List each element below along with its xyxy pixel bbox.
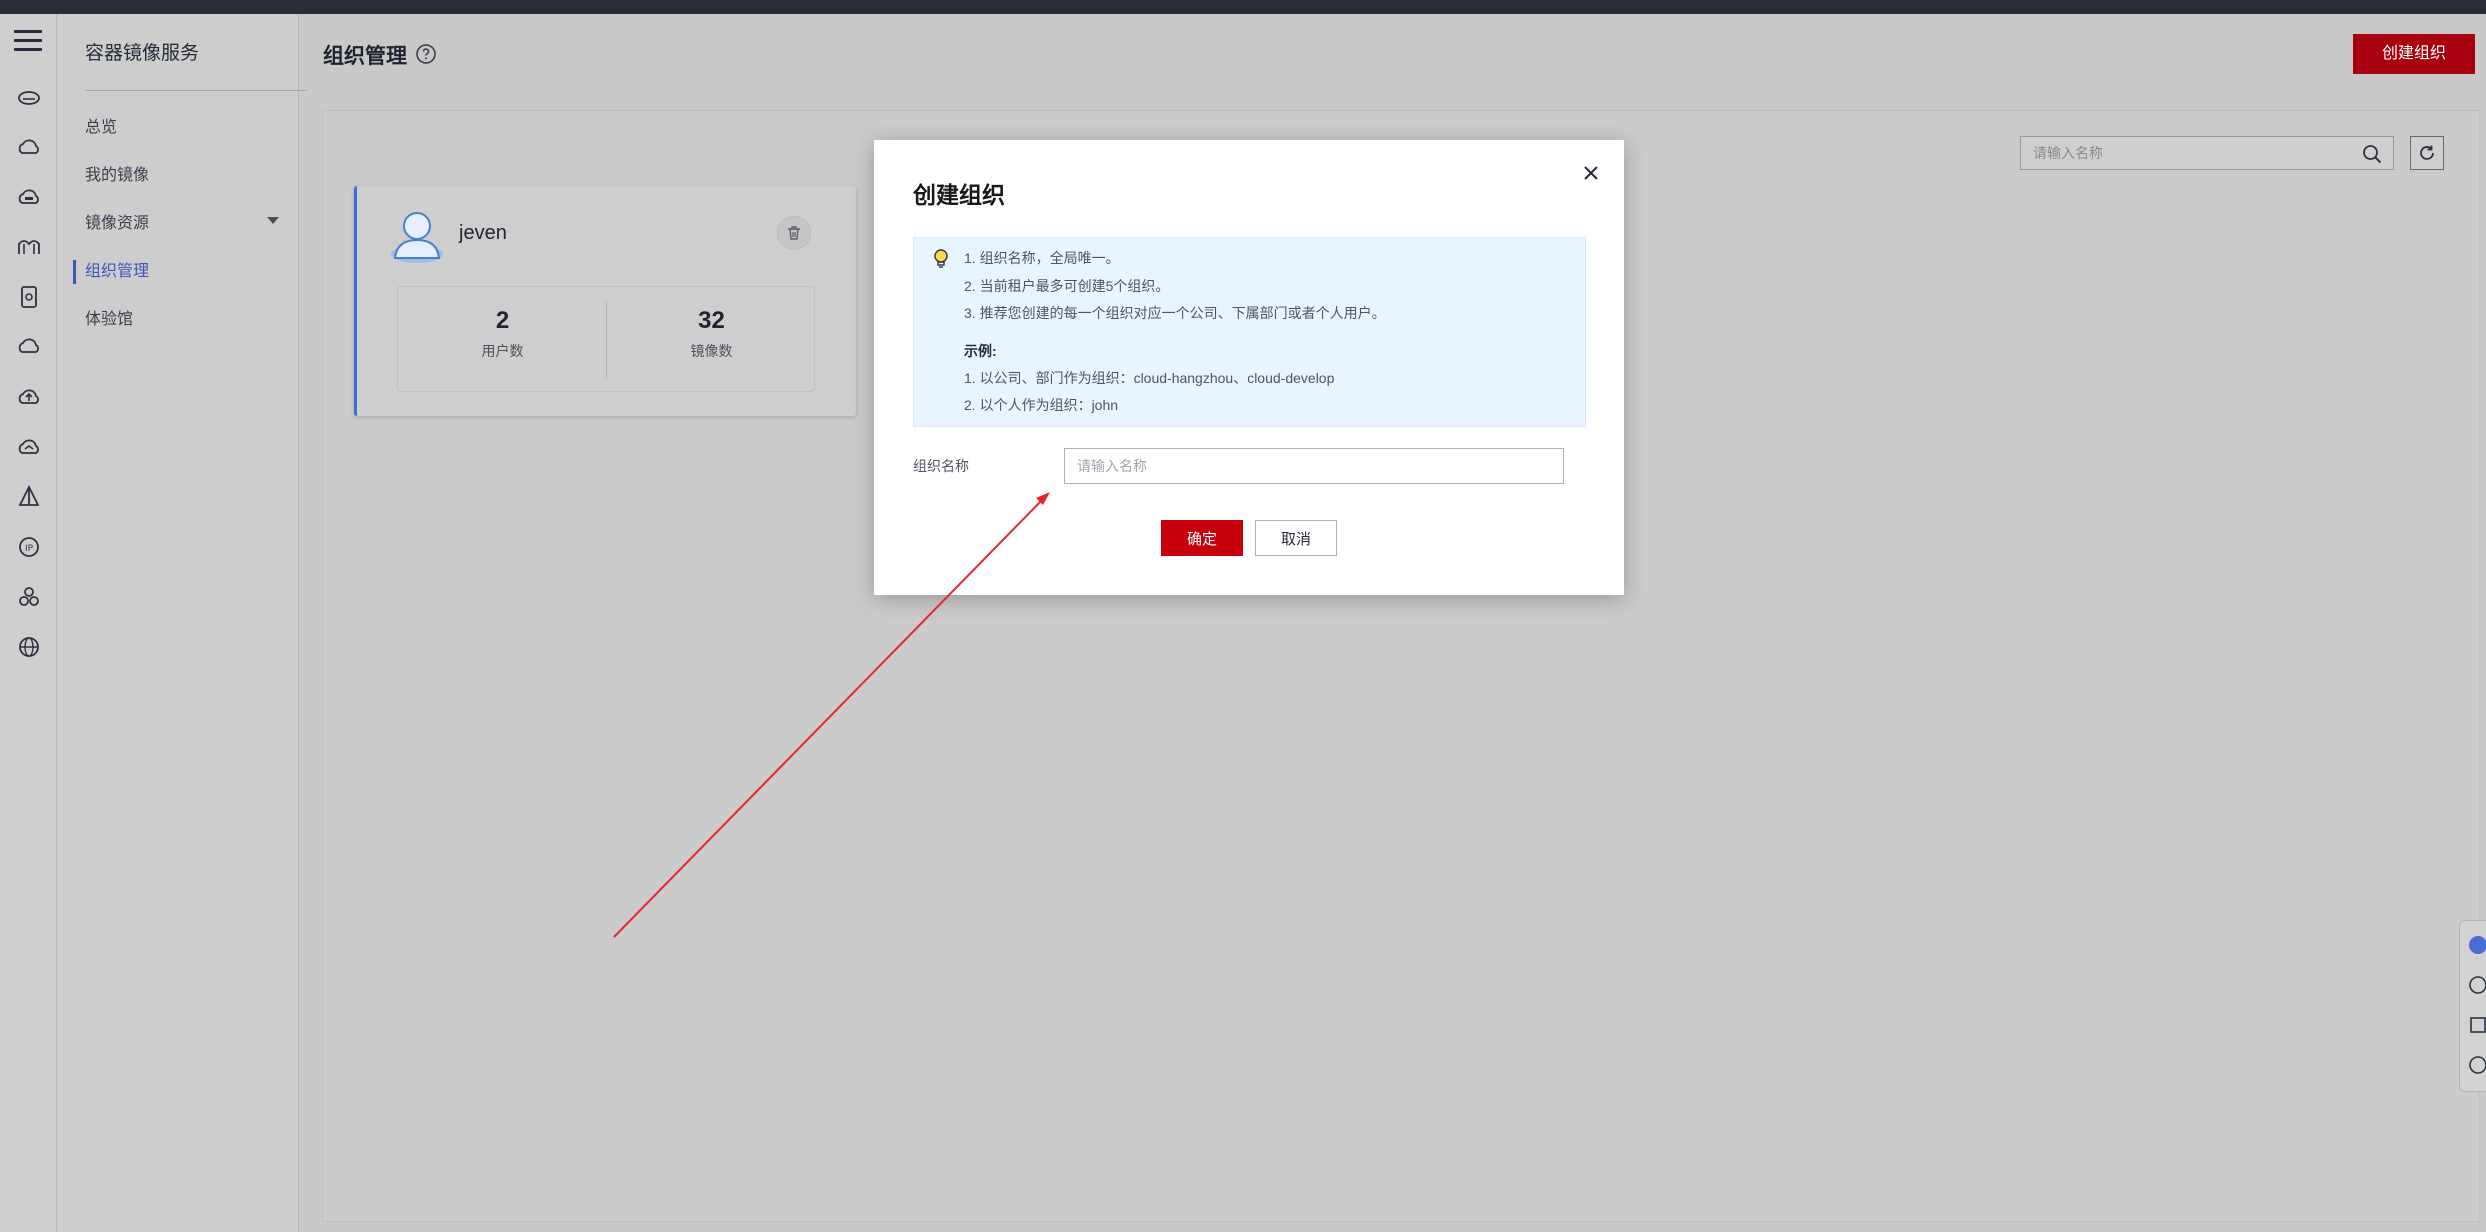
images-label: 镜像数 [690, 343, 733, 359]
feedback-icon[interactable] [2466, 1015, 2486, 1035]
service-icon-rail: IP [0, 14, 57, 1232]
users-stat: 2 用户数 [398, 287, 607, 393]
triangle-icon[interactable] [16, 484, 42, 510]
example-title: 示例: [964, 343, 997, 359]
trash-icon [788, 226, 800, 240]
sidebar-item-org-management[interactable]: 组织管理 [85, 260, 285, 284]
create-org-dialog: 创建组织 1. 组织名称，全局唯一。 2. 当前租户最多可创建5个组织。 3. … [874, 140, 1624, 595]
sidebar-item-my-images[interactable]: 我的镜像 [85, 164, 285, 188]
images-count: 32 [698, 307, 725, 334]
sidebar-item-image-resources[interactable]: 镜像资源 [85, 212, 285, 236]
confirm-button[interactable]: 确定 [1161, 520, 1243, 556]
org-name-input[interactable] [1064, 448, 1564, 484]
refresh-button[interactable] [2410, 136, 2444, 170]
bridge-icon[interactable] [16, 234, 42, 260]
cloud-server-icon[interactable] [16, 84, 42, 110]
cloud-storage-icon[interactable] [16, 184, 42, 210]
cancel-button[interactable]: 取消 [1255, 520, 1337, 556]
ip-icon[interactable]: IP [16, 534, 42, 560]
user-avatar-icon [387, 204, 447, 264]
cloud-icon[interactable] [16, 134, 42, 160]
cloud-outline-icon[interactable] [16, 334, 42, 360]
top-bar [0, 0, 2486, 14]
tip-line: 2. 当前租户最多可创建5个组织。 [964, 278, 1170, 294]
tips-panel: 1. 组织名称，全局唯一。 2. 当前租户最多可创建5个组织。 3. 推荐您创建… [913, 237, 1586, 427]
users-label: 用户数 [481, 343, 524, 359]
service-title: 容器镜像服务 [85, 43, 200, 64]
hamburger-menu-icon[interactable] [14, 30, 42, 56]
close-icon[interactable] [1580, 162, 1602, 184]
question-icon[interactable] [2466, 975, 2486, 995]
tip-line: 1. 组织名称，全局唯一。 [964, 250, 1120, 266]
cluster-icon[interactable] [16, 584, 42, 610]
chevron-down-icon[interactable] [267, 217, 279, 224]
search-icon[interactable] [2361, 143, 2383, 165]
sidebar-divider [85, 90, 307, 91]
delete-button[interactable] [777, 216, 811, 250]
lightbulb-icon [932, 248, 950, 270]
org-card[interactable]: jeven 2 用户数 32 镜像数 [354, 186, 856, 416]
globe-icon[interactable] [16, 634, 42, 660]
customer-service-icon[interactable] [2466, 935, 2486, 955]
example-line: 2. 以个人作为组织：john [964, 397, 1119, 413]
storage-disk-icon[interactable] [16, 284, 42, 310]
create-org-button[interactable]: 创建组织 [2353, 34, 2475, 74]
refresh-icon [2420, 145, 2434, 160]
org-stats: 2 用户数 32 镜像数 [397, 286, 815, 392]
sidebar-item-overview[interactable]: 总览 [85, 116, 285, 140]
cloud-sync-icon[interactable] [16, 434, 42, 460]
search-box [2020, 136, 2394, 170]
images-stat: 32 镜像数 [607, 287, 816, 393]
dialog-title: 创建组织 [913, 182, 1005, 208]
active-indicator [73, 260, 76, 284]
service-sidebar: 容器镜像服务 总览 我的镜像 镜像资源 组织管理 体验馆 [57, 14, 307, 1232]
tip-line: 3. 推荐您创建的每一个组织对应一个公司、下属部门或者个人用户。 [964, 305, 1386, 321]
floating-help-panel [2459, 920, 2486, 1092]
smile-icon[interactable] [2466, 1055, 2486, 1075]
example-line: 1. 以公司、部门作为组织：cloud-hangzhou、cloud-devel… [964, 370, 1335, 386]
page-title: 组织管理 [323, 45, 407, 68]
users-count: 2 [495, 307, 510, 334]
org-name-label: 组织名称 [913, 458, 969, 474]
svg-text:IP: IP [25, 544, 34, 554]
search-input[interactable] [2021, 137, 2341, 169]
sidebar-item-experience[interactable]: 体验馆 [85, 308, 285, 332]
help-icon[interactable] [415, 43, 437, 65]
cloud-upload-icon[interactable] [16, 384, 42, 410]
org-name[interactable]: jeven [459, 222, 507, 245]
